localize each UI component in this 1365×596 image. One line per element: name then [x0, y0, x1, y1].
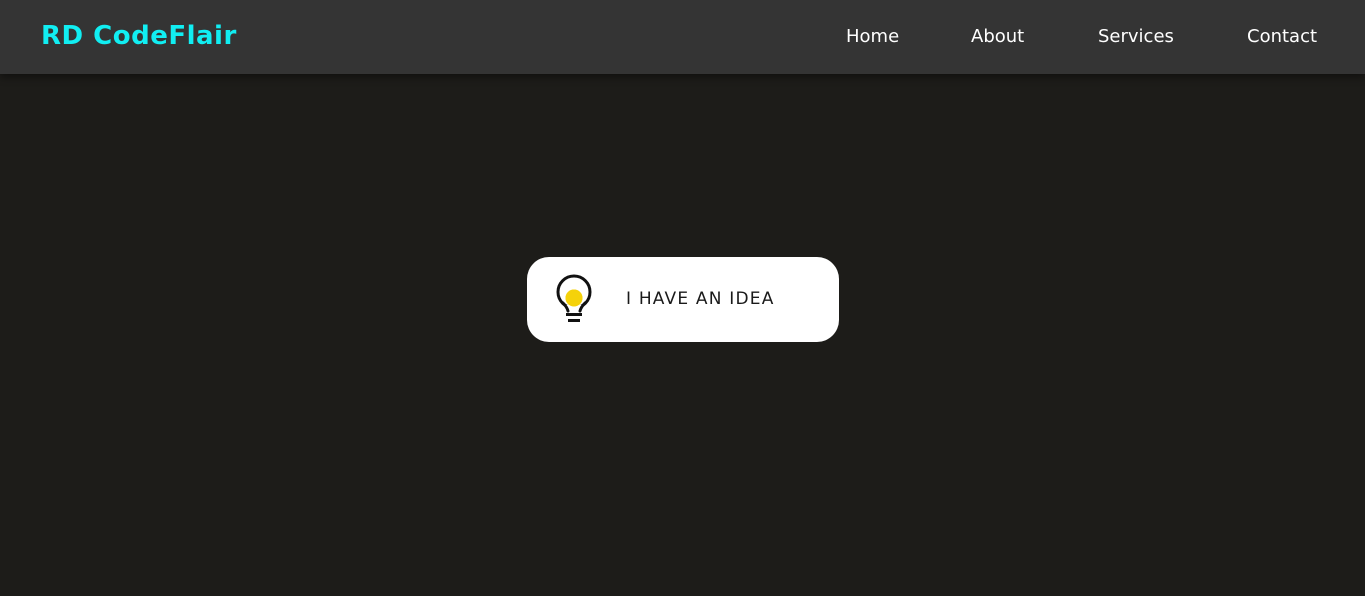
brand-logo[interactable]: RD CodeFlair [41, 19, 237, 53]
nav-link-home[interactable]: Home [846, 24, 899, 50]
navbar: RD CodeFlair Home About Services Contact [0, 0, 1365, 74]
nav-link-contact[interactable]: Contact [1247, 24, 1317, 50]
nav-link-services[interactable]: Services [1098, 24, 1174, 50]
idea-button-label: I HAVE AN IDEA [626, 289, 775, 309]
lightbulb-icon [556, 274, 592, 322]
nav-link-about[interactable]: About [971, 24, 1024, 50]
